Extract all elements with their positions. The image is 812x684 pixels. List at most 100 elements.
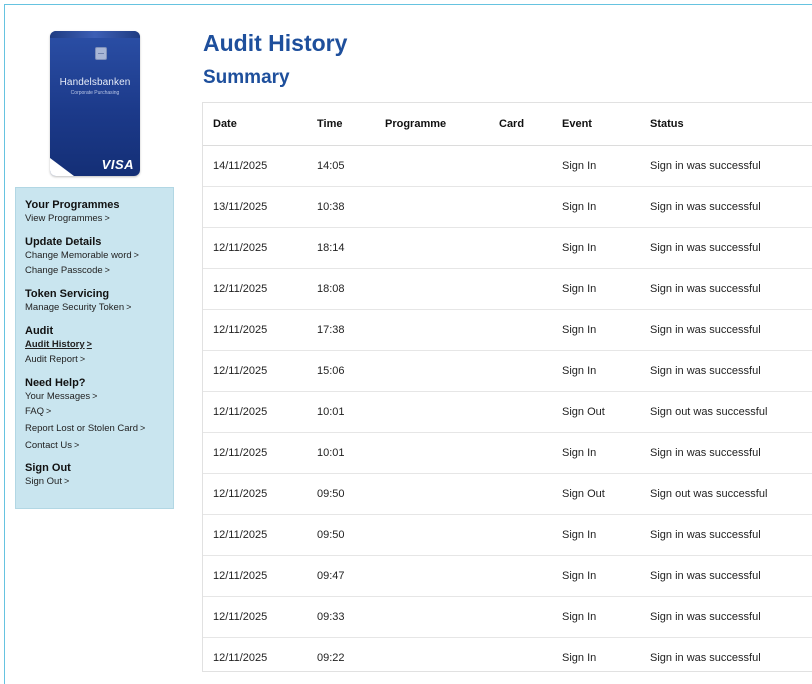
column-header-status[interactable]: Status (650, 103, 684, 145)
visa-logo: VISA (101, 157, 134, 172)
table-row: 12/11/2025 18:14 Sign In Sign in was succes… (203, 228, 812, 269)
cell-status: Sign in was successful (650, 652, 761, 664)
cell-date: 12/11/2025 (213, 611, 268, 623)
column-header-time[interactable]: Time (317, 103, 342, 145)
sidebar-link-manage-security-token[interactable]: Manage Security Token > (25, 301, 131, 314)
cell-date: 12/11/2025 (213, 652, 268, 664)
table-row: 13/11/2025 10:38 Sign In Sign in was succes… (203, 187, 812, 228)
cell-time: 18:08 (317, 283, 345, 295)
column-header-date[interactable]: Date (213, 103, 237, 145)
sidebar-link-label: Contact Us (25, 440, 72, 451)
sidebar-heading: Update Details (25, 236, 102, 248)
cell-time: 15:06 (317, 365, 345, 377)
cell-date: 12/11/2025 (213, 529, 268, 541)
sidebar-link-label: Audit Report (25, 354, 78, 365)
cell-status: Sign in was successful (650, 447, 761, 459)
sidebar-link-label: Report Lost or Stolen Card (25, 423, 139, 434)
cell-event: Sign In (562, 201, 597, 213)
sidebar-link-contact-us[interactable]: Contact Us > (25, 437, 145, 454)
cell-event: Sign In (562, 611, 597, 623)
sidebar-link-label: Sign Out (25, 476, 62, 487)
sidebar-link-audit-report[interactable]: Audit Report > (25, 351, 92, 368)
cell-status: Sign in was successful (650, 365, 761, 377)
table-row: 12/11/2025 15:06 Sign In Sign in was succes… (203, 351, 812, 392)
card-image: Handelsbanken Corporate Purchasing VISA (50, 31, 140, 176)
cell-status: Sign out was successful (650, 406, 768, 418)
chevron-right-icon: > (104, 213, 110, 223)
cell-event: Sign In (562, 652, 597, 664)
cell-date: 13/11/2025 (213, 201, 268, 213)
cell-event: Sign Out (562, 406, 605, 418)
cell-event: Sign In (562, 283, 597, 295)
cell-date: 12/11/2025 (213, 365, 268, 377)
cell-status: Sign in was successful (650, 160, 761, 172)
chevron-right-icon: > (63, 476, 70, 486)
cell-date: 12/11/2025 (213, 324, 268, 336)
sidebar-link-sign-out[interactable]: Sign Out > (25, 475, 71, 488)
sidebar-link-label: Change Passcode (25, 265, 103, 276)
sidebar-heading: Your Programmes (25, 199, 120, 211)
sidebar-link-report-lost-stolen-card[interactable]: Report Lost or Stolen Card > (25, 420, 145, 437)
cell-event: Sign In (562, 365, 597, 377)
card-subtitle: Corporate Purchasing (70, 90, 120, 96)
sidebar-link-view-programmes[interactable]: View Programmes > (25, 212, 120, 225)
section-title: Summary (203, 67, 290, 88)
chevron-right-icon: > (79, 354, 86, 364)
sidebar-link-label: FAQ (25, 406, 45, 417)
table-row: 12/11/2025 17:38 Sign In Sign in was succes… (203, 310, 812, 351)
table-row: 14/11/2025 14:05 Sign In Sign in was succes… (203, 146, 812, 187)
sidebar-link-label: Audit History (25, 339, 85, 350)
sidebar-section-need-help: Need Help? Your Messages > FAQ > Report Lo… (25, 377, 145, 454)
cell-date: 12/11/2025 (213, 242, 268, 254)
cell-time: 09:50 (317, 529, 345, 541)
cell-time: 09:33 (317, 611, 345, 623)
column-header-event[interactable]: Event (562, 103, 592, 145)
card-top-strip (50, 31, 140, 38)
cell-date: 14/11/2025 (213, 160, 268, 172)
sidebar-nav: Your Programmes View Programmes > Update … (15, 187, 174, 509)
cell-event: Sign In (562, 324, 597, 336)
chevron-right-icon: > (74, 440, 80, 450)
table-row: 12/11/2025 09:50 Sign Out Sign out was succ… (203, 474, 812, 515)
cell-time: 14:05 (317, 160, 345, 172)
sidebar-heading: Need Help? (25, 377, 86, 389)
cell-event: Sign In (562, 570, 597, 582)
cell-status: Sign in was successful (650, 611, 761, 623)
chevron-right-icon: > (133, 250, 139, 260)
table-row: 12/11/2025 10:01 Sign In Sign in was succes… (203, 433, 812, 474)
cell-time: 09:22 (317, 652, 345, 664)
cell-status: Sign in was successful (650, 242, 761, 254)
column-header-programme[interactable]: Programme (385, 103, 446, 145)
card-notch (50, 158, 74, 176)
sidebar-link-audit-history[interactable]: Audit History > (25, 338, 92, 351)
column-header-card[interactable]: Card (499, 103, 524, 145)
sidebar-section-audit: Audit Audit History > Audit Report > (25, 325, 92, 368)
chevron-right-icon: > (46, 406, 52, 416)
table-row: 12/11/2025 09:33 Sign In Sign in was succes… (203, 597, 812, 638)
cell-status: Sign in was successful (650, 283, 761, 295)
table-row: 12/11/2025 09:47 Sign In Sign in was succes… (203, 556, 812, 597)
sidebar-section-token-servicing: Token Servicing Manage Security Token > (25, 288, 131, 314)
table-row: 12/11/2025 10:01 Sign Out Sign out was succ… (203, 392, 812, 433)
sidebar-link-change-memorable-word[interactable]: Change Memorable word > (25, 249, 139, 262)
sidebar-link-faq[interactable]: FAQ > (25, 403, 145, 420)
cell-event: Sign In (562, 447, 597, 459)
sidebar-section-sign-out: Sign Out Sign Out > (25, 462, 71, 488)
table-row: 12/11/2025 09:50 Sign In Sign in was succes… (203, 515, 812, 556)
table-row: 12/11/2025 18:08 Sign In Sign in was succes… (203, 269, 812, 310)
cell-status: Sign in was successful (650, 570, 761, 582)
sidebar-link-label: View Programmes (25, 213, 103, 224)
cell-event: Sign In (562, 529, 597, 541)
cell-time: 17:38 (317, 324, 345, 336)
chip-icon (95, 47, 107, 60)
sidebar-link-your-messages[interactable]: Your Messages > (25, 390, 145, 403)
table-header-row: Date Time Programme Card Event Status (203, 103, 812, 146)
cell-time: 09:47 (317, 570, 345, 582)
cell-date: 12/11/2025 (213, 447, 268, 459)
cell-time: 10:01 (317, 406, 345, 418)
sidebar-link-label: Change Memorable word (25, 250, 132, 261)
sidebar-link-change-passcode[interactable]: Change Passcode > (25, 262, 139, 279)
cell-date: 12/11/2025 (213, 570, 268, 582)
sidebar-heading: Sign Out (25, 462, 71, 474)
sidebar-heading: Token Servicing (25, 288, 110, 300)
